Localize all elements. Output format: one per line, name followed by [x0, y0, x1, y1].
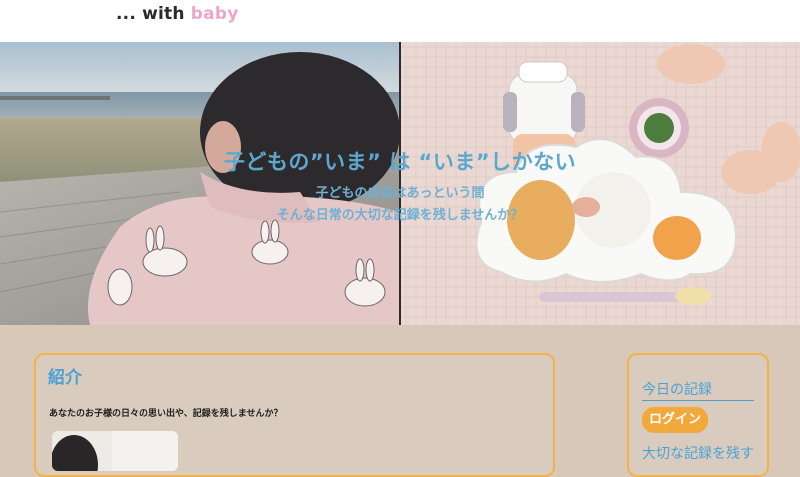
- introduction-text: あなたのお子様の日々の思い出や、記録を残しませんか？: [49, 409, 283, 419]
- baby-by-sea-image: [0, 42, 399, 325]
- login-button[interactable]: ログイン: [642, 407, 708, 433]
- hero-photo-baby-by-sea: [0, 42, 399, 325]
- introduction-card: 紹介 あなたのお子様の日々の思い出や、記録を残しませんか？: [34, 353, 555, 477]
- baby-food-image: [401, 42, 800, 325]
- save-record-link[interactable]: 大切な記録を残す: [642, 443, 754, 463]
- child-photo-image: [52, 431, 178, 471]
- hero-photo-baby-food: [401, 42, 800, 325]
- logo-with: with: [142, 4, 185, 24]
- logo-baby: baby: [190, 4, 239, 24]
- introduction-photo: [52, 431, 178, 471]
- today-record-title[interactable]: 今日の記録: [642, 379, 712, 399]
- sidebar-divider: [642, 400, 754, 401]
- sidebar-card: 今日の記録 ログイン 大切な記録を残す: [627, 353, 769, 477]
- hero-banner: 子どもの”いま” は “いま”しかない 子どもの成長はあっという間 そんな日常の…: [0, 42, 800, 325]
- site-logo[interactable]: ... with baby: [116, 4, 239, 24]
- logo-dots: ...: [116, 4, 136, 24]
- top-header: ... with baby: [0, 0, 800, 42]
- introduction-heading: 紹介: [48, 368, 82, 388]
